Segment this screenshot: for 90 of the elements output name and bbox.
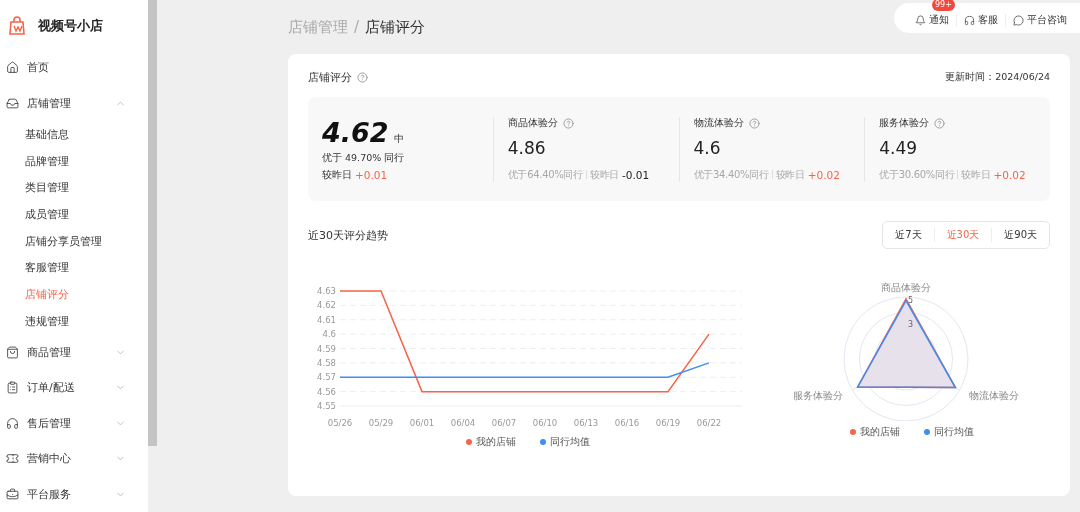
axis-label: 3 [908, 320, 914, 330]
axis-label: 4.62 [317, 300, 336, 311]
sidebar-subitem[interactable]: 基础信息 [0, 121, 148, 148]
sidebar-subitem[interactable]: 成员管理 [0, 201, 148, 228]
compare-label: 较昨日 [961, 167, 991, 182]
sidebar-subitem[interactable]: 违规管理 [0, 307, 148, 335]
axis-label: 4.6 [322, 329, 336, 340]
card-title: 店铺评分 [308, 70, 352, 85]
sidebar-subitem[interactable]: 品牌管理 [0, 147, 148, 175]
axis-label: 06/13 [573, 418, 599, 428]
axis-label: 06/16 [614, 418, 640, 428]
top-action[interactable]: 平台咨询 [1005, 13, 1074, 27]
delta-value: -0.01 [622, 168, 650, 181]
app-name: 视频号小店 [38, 17, 103, 35]
compare-label: 较昨日 [589, 167, 619, 182]
axis-label: 4.58 [317, 357, 336, 368]
axis-label: 服务体验分 [794, 390, 843, 401]
beat-text: 优于64.40%同行 [507, 167, 583, 182]
axis-label: 06/01 [409, 418, 435, 428]
sidebar-item[interactable]: 店铺管理 [0, 85, 148, 121]
help-icon[interactable] [357, 72, 368, 83]
sidebar-item[interactable]: 商品管理 [0, 334, 148, 370]
sidebar-subitem[interactable]: 店铺分享员管理 [0, 227, 148, 255]
beat-text: 优于30.60%同行 [879, 167, 955, 182]
axis-label: 06/19 [655, 418, 681, 428]
axis-label: 物流体验分 [969, 390, 1019, 401]
delta-value: +0.01 [355, 169, 388, 181]
legend-item: 同行均值 [540, 435, 590, 449]
nav-icon [6, 345, 19, 359]
metric-score: 4.6 [693, 137, 722, 158]
action-icon [915, 14, 926, 26]
update-time: 更新时间：2024/06/24 [945, 71, 1050, 84]
metric-name: 服务体验分 [879, 116, 930, 130]
axis-label: 4.63 [317, 286, 336, 296]
delta-value: +0.02 [993, 168, 1026, 181]
sidebar-item[interactable]: 平台服务 [0, 476, 148, 512]
axis-label: 4.59 [317, 343, 336, 354]
sidebar-item[interactable]: 首页 [0, 50, 148, 86]
compare-label: 较昨日 [322, 168, 352, 182]
sidebar-item[interactable]: 营销中心 [0, 441, 148, 477]
sidebar-item[interactable]: 订单/配送 [0, 370, 148, 406]
action-icon [1013, 14, 1024, 26]
help-icon[interactable] [934, 117, 946, 129]
nav-icon [6, 487, 19, 501]
beat-text: 优于 49.70% 同行 [322, 151, 406, 165]
help-icon[interactable] [562, 117, 574, 129]
axis-label: 06/04 [450, 418, 476, 428]
metric-score: 4.86 [507, 137, 547, 158]
nav-icon [6, 381, 19, 395]
scrollbar[interactable] [148, 0, 157, 446]
nav-icon [6, 452, 19, 466]
section-title: 近30天评分趋势 [308, 227, 388, 243]
legend-item: 同行均值 [924, 425, 974, 439]
help-icon[interactable] [748, 117, 760, 129]
axis-label: 4.57 [317, 372, 336, 383]
axis-label: 06/07 [491, 418, 517, 428]
axis-label: 06/10 [532, 418, 558, 428]
nav-icon [6, 416, 19, 430]
count-badge: 99+ [932, 0, 955, 11]
nav-icon [6, 96, 19, 110]
metric-score: 4.49 [879, 137, 919, 158]
shopping-bag-logo-icon [8, 16, 28, 36]
sidebar-subitem[interactable]: 类目管理 [0, 174, 148, 202]
nav-icon [6, 61, 19, 75]
breadcrumb-current: 店铺评分 [365, 17, 426, 37]
breadcrumb-separator: / [354, 17, 360, 37]
overall-score: 4.62 [322, 116, 389, 148]
top-action[interactable]: 通知 [908, 13, 956, 27]
compare-label: 较昨日 [775, 167, 805, 182]
action-icon [964, 14, 975, 26]
metric-name: 物流体验分 [693, 116, 744, 130]
beat-text: 优于34.40%同行 [693, 167, 769, 182]
grade-label: 中 [393, 131, 404, 146]
axis-label: 05/29 [368, 418, 394, 428]
axis-label: 4.55 [317, 401, 336, 411]
sidebar-subitem[interactable]: 客服管理 [0, 254, 148, 282]
delta-value: +0.02 [807, 168, 840, 181]
metric-name: 商品体验分 [507, 116, 558, 130]
legend-item: 我的店铺 [850, 425, 900, 439]
axis-label: 05/26 [327, 418, 353, 428]
axis-label: 4.61 [317, 314, 336, 325]
sidebar-item[interactable]: 售后管理 [0, 405, 148, 441]
range-tab[interactable]: 近90天 [991, 228, 1049, 242]
axis-label: 4.56 [317, 386, 336, 397]
axis-label: 商品体验分 [881, 282, 931, 293]
range-tab[interactable]: 近7天 [883, 228, 934, 242]
legend-item: 我的店铺 [466, 435, 516, 449]
axis-label: 5 [908, 295, 914, 305]
axis-label: 06/22 [696, 418, 722, 428]
top-action[interactable]: 客服 [956, 13, 1005, 27]
